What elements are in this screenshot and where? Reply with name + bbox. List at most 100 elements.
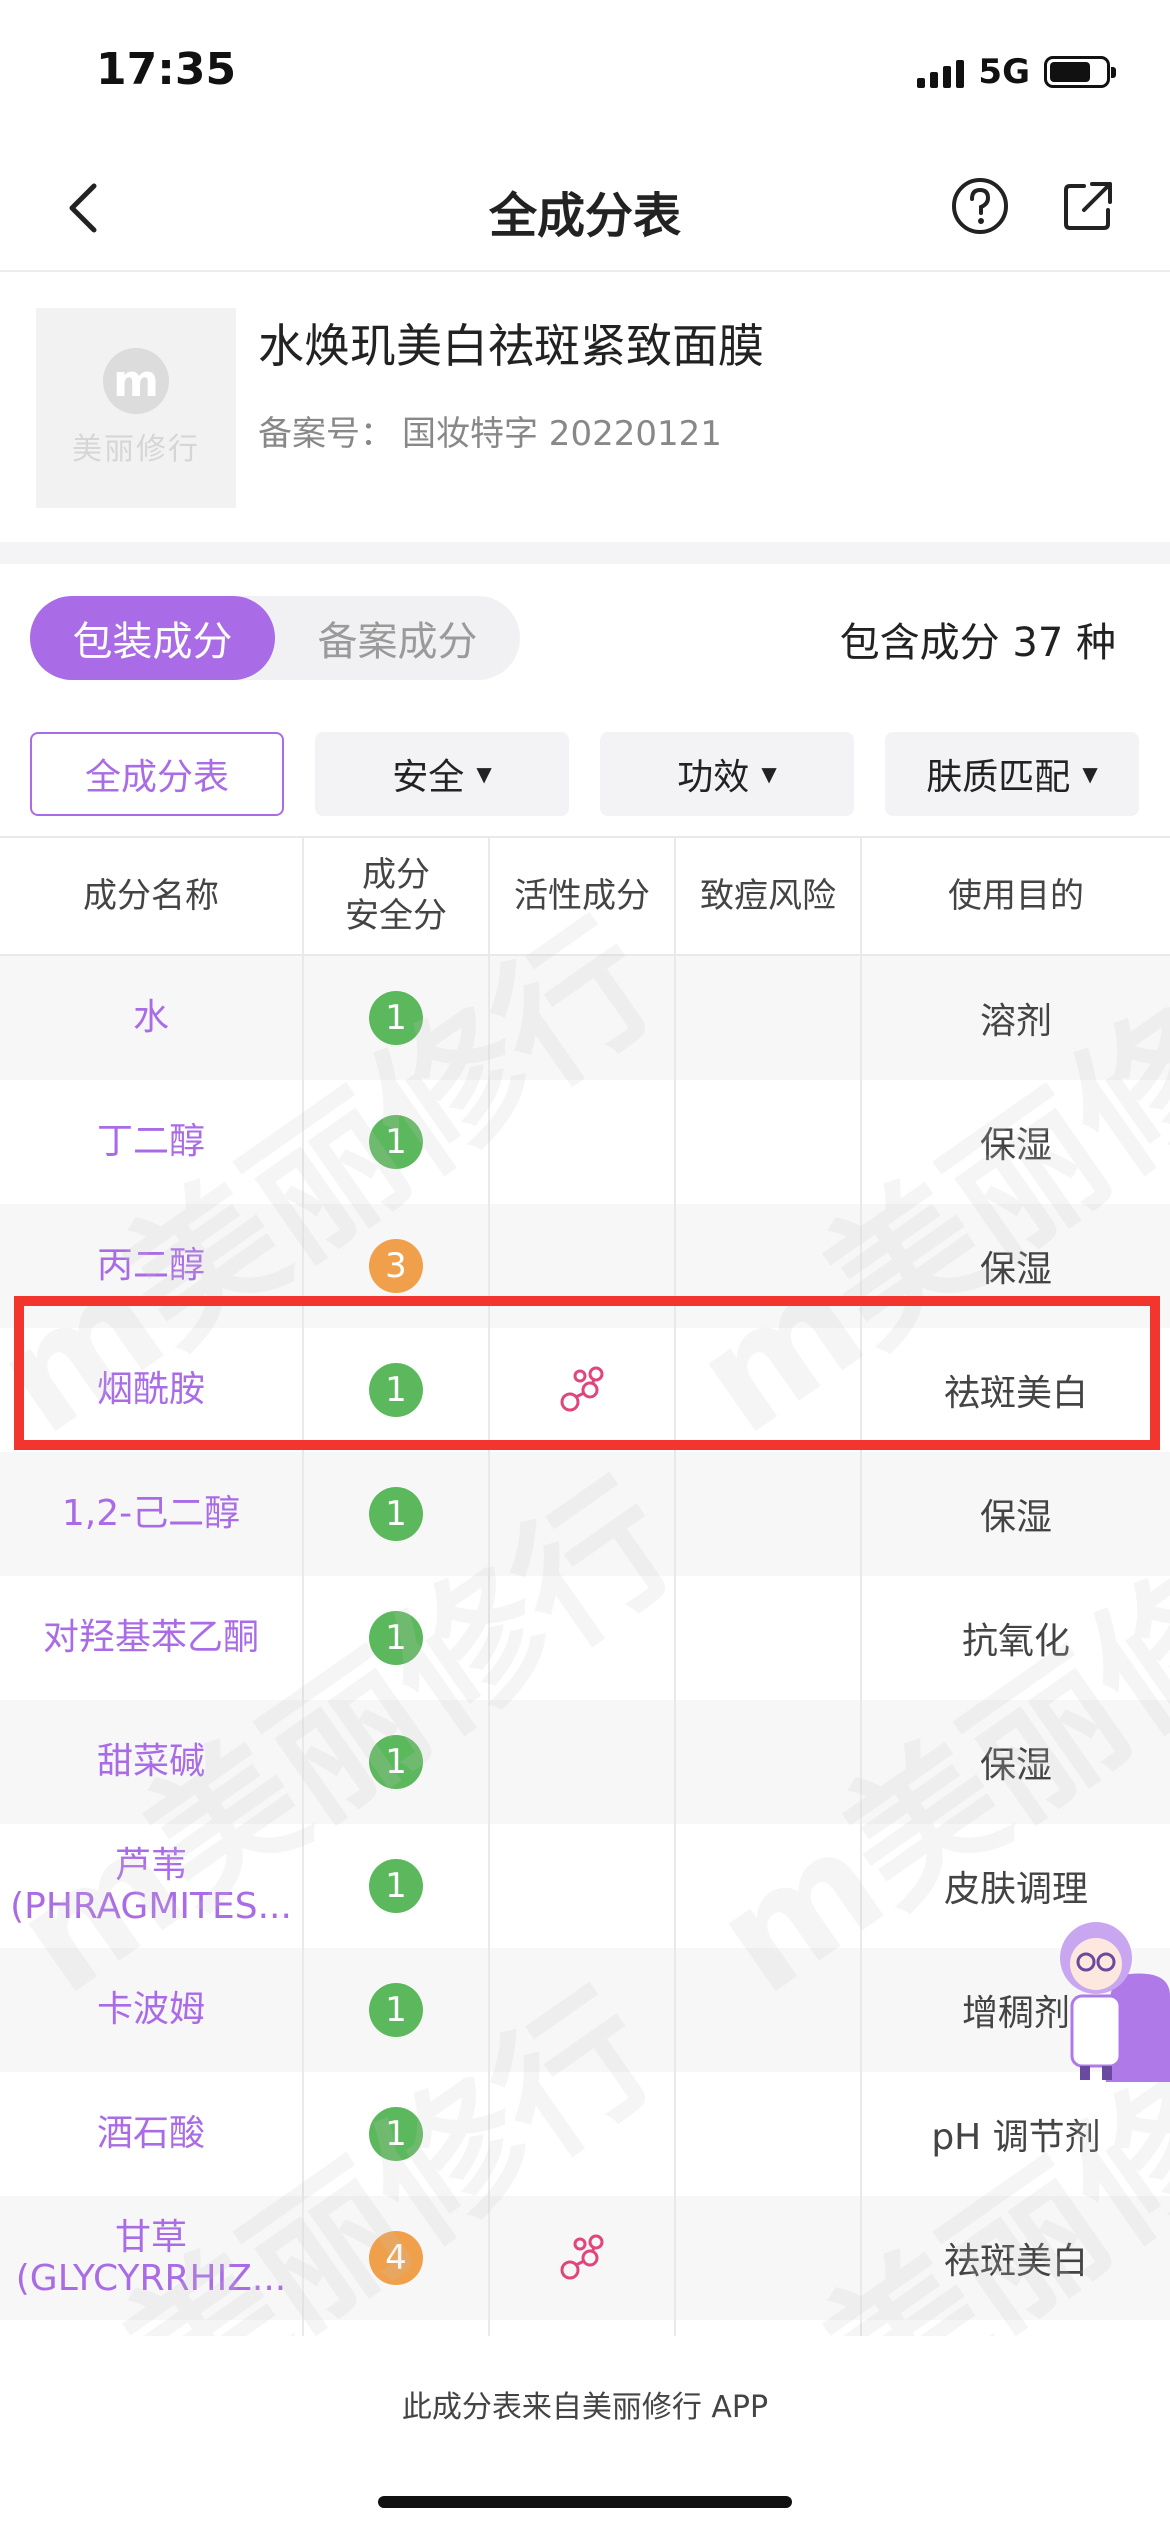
- active-ingredient-cell: [490, 1700, 676, 1824]
- acne-risk-cell: [676, 1204, 862, 1328]
- usage-purpose-cell: 祛斑美白: [943, 2241, 1088, 2282]
- ingredient-name-cell[interactable]: 芦苇 (PHRAGMITES...: [0, 1824, 304, 1948]
- ingredient-name-cell[interactable]: PEG-40 氢化蓖: [0, 2320, 304, 2336]
- caret-down-icon: ▼: [476, 762, 492, 786]
- table-row[interactable]: 烟酰胺 1 祛斑美白: [0, 1328, 1170, 1452]
- ingredient-name-cell[interactable]: 对羟基苯乙酮: [0, 1576, 304, 1700]
- table-row[interactable]: 卡波姆 1 增稠剂: [0, 1948, 1170, 2072]
- acne-risk-cell: [676, 2072, 862, 2196]
- active-ingredient-cell: [490, 956, 676, 1080]
- ingredient-name-cell[interactable]: 甘草 (GLYCYRRHIZ...: [0, 2196, 304, 2320]
- ingredient-name-latin: (GLYCYRRHIZ...: [15, 2258, 287, 2299]
- ingredient-name: 卡波姆: [96, 1989, 205, 2031]
- filter-safety-dropdown[interactable]: 安全 ▼: [315, 732, 569, 816]
- header-active: 活性成分: [490, 838, 676, 954]
- caret-down-icon: ▼: [761, 762, 777, 786]
- product-info: m 美丽修行 水焕玑美白祛斑紧致面膜 备案号： 国妆特字 20220121: [0, 272, 1170, 542]
- registration-label: 备案号：: [258, 414, 394, 454]
- ingredient-count: 包含成分 37 种: [839, 620, 1116, 666]
- safety-score-cell: 3: [304, 1204, 490, 1328]
- status-bar: 17:35 5G: [0, 0, 1170, 140]
- acne-risk-cell: [676, 1080, 862, 1204]
- caret-down-icon: ▼: [1082, 762, 1098, 786]
- ingredient-name-cell[interactable]: 丙二醇: [0, 1204, 304, 1328]
- molecule-icon: [560, 1366, 604, 1412]
- safety-score-cell: 1: [304, 1080, 490, 1204]
- usage-purpose-cell: 乳化剂: [862, 2320, 1170, 2336]
- ingredient-name: 1,2-己二醇: [61, 1493, 241, 1535]
- safety-score-badge: 3: [369, 1239, 423, 1293]
- ingredient-name-cell[interactable]: 卡波姆: [0, 1948, 304, 2072]
- safety-score-badge: 1: [369, 2107, 423, 2161]
- ingredient-name: 对羟基苯乙酮: [42, 1617, 259, 1659]
- safety-score-cell: 1: [304, 1948, 490, 2072]
- help-button[interactable]: [950, 176, 1010, 236]
- signal-icon: [917, 56, 965, 88]
- share-button[interactable]: [1058, 176, 1118, 236]
- active-ingredient-cell: [490, 2320, 676, 2336]
- assistant-mascot[interactable]: [1036, 1906, 1170, 2082]
- safety-score-badge: 1: [369, 1363, 423, 1417]
- table-row[interactable]: 水 1 溶剂: [0, 956, 1170, 1080]
- table-row[interactable]: 1,2-己二醇 1 保湿: [0, 1452, 1170, 1576]
- ingredient-name-cell[interactable]: 酒石酸: [0, 2072, 304, 2196]
- acne-risk-cell: [676, 2320, 862, 2336]
- filter-label: 功效: [677, 757, 750, 798]
- usage-purpose-cell: 祛斑美白: [943, 1373, 1088, 1414]
- status-time: 17:35: [96, 44, 237, 95]
- nav-bar: 全成分表: [0, 140, 1170, 272]
- acne-risk-cell: [676, 1700, 862, 1824]
- mascot-icon: [1060, 1922, 1170, 2082]
- active-ingredient-cell: [490, 2196, 676, 2320]
- brand-logo-icon: m: [103, 348, 169, 414]
- tab-registered-ingredients[interactable]: 备案成分: [275, 596, 520, 680]
- safety-score-cell: 1: [304, 1576, 490, 1700]
- table-row[interactable]: 芦苇 (PHRAGMITES... 1 皮肤调理: [0, 1824, 1170, 1948]
- ingredient-name-cell[interactable]: 烟酰胺: [0, 1328, 304, 1452]
- thumbnail-text: 美丽修行: [72, 432, 200, 467]
- tab-package-ingredients[interactable]: 包装成分: [30, 596, 275, 680]
- network-type: 5G: [978, 52, 1030, 92]
- safety-score-cell: 4: [304, 2196, 490, 2320]
- active-ingredient-cell: [490, 1452, 676, 1576]
- ingredient-name-latin: (PHRAGMITES...: [10, 1886, 292, 1927]
- header-acne-risk: 致痘风险: [676, 838, 862, 954]
- header-safety: 成分 安全分: [304, 838, 490, 954]
- ingredient-name: 芦苇: [114, 1844, 187, 1886]
- section-divider: [0, 542, 1170, 564]
- ingredient-table: 成分名称 成分 安全分 活性成分 致痘风险 使用目的 水 1 溶剂 丁二醇 1 保湿 丙二醇…: [0, 836, 1170, 2336]
- table-row[interactable]: 对羟基苯乙酮 1 抗氧化: [0, 1576, 1170, 1700]
- ingredient-name-cell[interactable]: 丁二醇: [0, 1080, 304, 1204]
- safety-score-cell: 1: [304, 2072, 490, 2196]
- acne-risk-cell: [676, 1328, 862, 1452]
- ingredient-name: 酒石酸: [96, 2113, 205, 2155]
- active-ingredient-cell: [490, 1328, 676, 1452]
- table-row[interactable]: 丁二醇 1 保湿: [0, 1080, 1170, 1204]
- status-indicators: 5G: [917, 52, 1116, 92]
- filter-skin-match-dropdown[interactable]: 肤质匹配 ▼: [885, 732, 1139, 816]
- filter-efficacy-dropdown[interactable]: 功效 ▼: [600, 732, 854, 816]
- header-safety-line2: 安全分: [345, 896, 447, 936]
- ingredient-name-cell[interactable]: 甜菜碱: [0, 1700, 304, 1824]
- header-safety-line1: 成分: [362, 855, 430, 896]
- table-row[interactable]: PEG-40 氢化蓖1-2 乳化剂: [0, 2320, 1170, 2336]
- question-circle-icon: [952, 178, 1008, 234]
- table-row[interactable]: 甜菜碱 1 保湿: [0, 1700, 1170, 1824]
- footer-source-text: 此成分表来自美丽修行 APP: [401, 2390, 769, 2425]
- table-row[interactable]: 酒石酸 1 pH 调节剂: [0, 2072, 1170, 2196]
- ingredient-name-cell[interactable]: 1,2-己二醇: [0, 1452, 304, 1576]
- safety-score-cell: 1: [304, 1824, 490, 1948]
- table-row[interactable]: 丙二醇 3 保湿: [0, 1204, 1170, 1328]
- acne-risk-cell: [676, 1948, 862, 2072]
- usage-purpose-cell: 保湿: [979, 1497, 1052, 1538]
- safety-score-cell: 1: [304, 1328, 490, 1452]
- usage-purpose-cell: 抗氧化: [961, 1621, 1070, 1662]
- acne-risk-cell: [676, 1576, 862, 1700]
- usage-purpose-cell: 保湿: [979, 1249, 1052, 1290]
- filter-full-list[interactable]: 全成分表: [30, 732, 284, 816]
- ingredient-name-cell[interactable]: 水: [0, 956, 304, 1080]
- product-thumbnail: m 美丽修行: [36, 308, 236, 508]
- home-indicator[interactable]: [378, 2496, 792, 2508]
- table-row[interactable]: 甘草 (GLYCYRRHIZ... 4 祛斑美白: [0, 2196, 1170, 2320]
- acne-risk-cell: [676, 2196, 862, 2320]
